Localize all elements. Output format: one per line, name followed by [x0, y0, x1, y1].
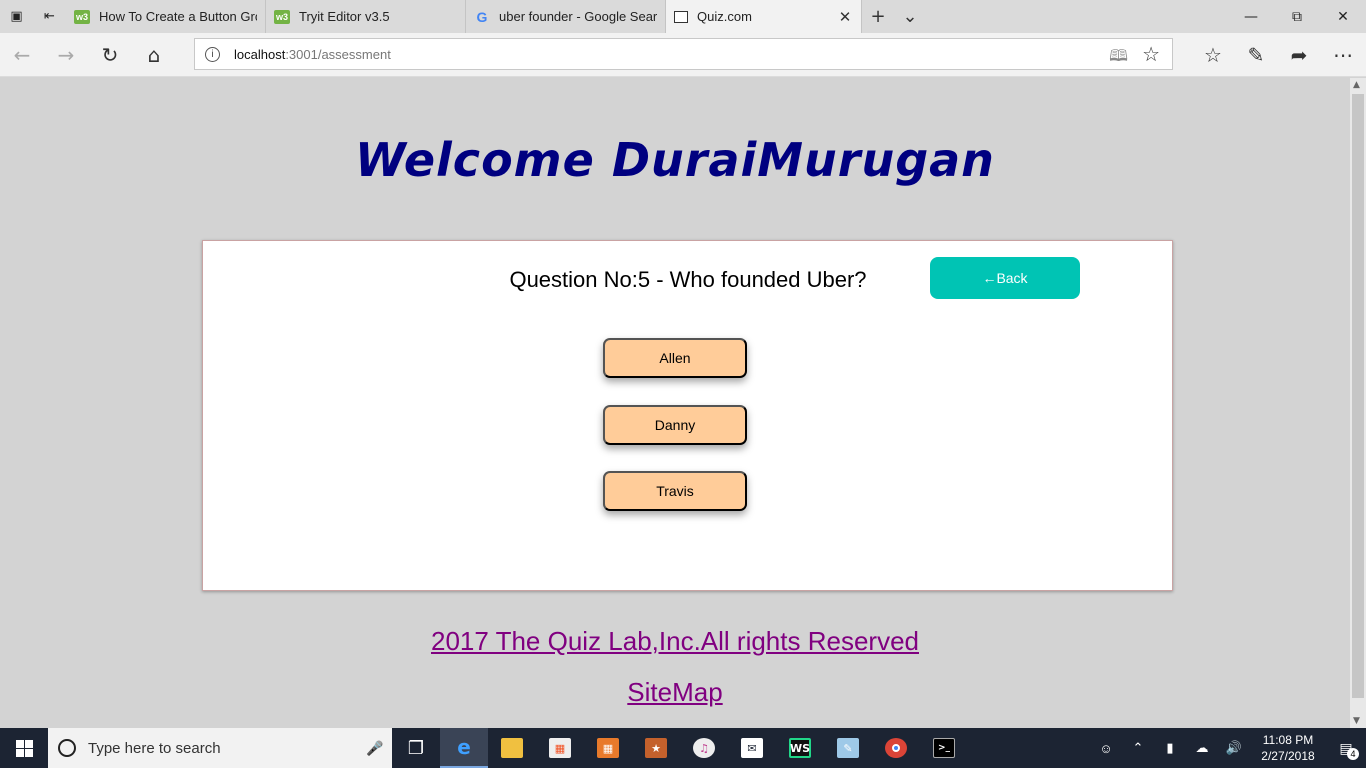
cloud-icon[interactable]: ☁ [1186, 740, 1218, 756]
battery-icon[interactable]: ▮ [1154, 740, 1186, 756]
question-card: Question No:5 - Who founded Uber? ←Back … [202, 240, 1173, 591]
chevron-down-icon[interactable]: ⌄ [894, 0, 926, 33]
clock-date: 2/27/2018 [1261, 749, 1315, 763]
taskbar-search-box[interactable]: Type here to search 🎤 [48, 728, 392, 768]
pen-icon[interactable]: ✎ [1239, 38, 1273, 72]
scroll-up-icon[interactable]: ▲ [1353, 80, 1360, 90]
url-host: localhost [234, 46, 286, 62]
webstorm-icon[interactable]: WS [776, 728, 824, 768]
scroll-thumb[interactable] [1352, 94, 1364, 698]
browser-tab-bar: ▣ ⇤ w3 How To Create a Button Grc w3 Try… [0, 0, 1366, 33]
close-window-icon[interactable]: ✕ [1320, 0, 1366, 33]
url-input[interactable]: i localhost:3001/assessment 🕮 ☆ [194, 38, 1173, 70]
close-tab-icon[interactable]: ✕ [837, 8, 853, 26]
w3-icon: w3 [274, 9, 290, 24]
info-icon[interactable]: i [205, 46, 220, 62]
back-arrow-icon[interactable]: ← [5, 38, 39, 72]
back-button[interactable]: ←Back [930, 257, 1080, 299]
w3-icon: w3 [74, 9, 90, 24]
chevron-up-icon[interactable]: ⌃ [1122, 740, 1154, 756]
search-placeholder: Type here to search [88, 739, 221, 757]
notification-badge: 4 [1347, 747, 1359, 760]
tab-title: Tryit Editor v3.5 [299, 9, 390, 24]
mail-icon[interactable]: ✉ [728, 728, 776, 768]
taskbar: Type here to search 🎤 ❐ e ▦ ▦ ★ ♫ ✉ WS ✎… [0, 728, 1366, 768]
vertical-scrollbar[interactable]: ▲ ▼ [1350, 78, 1366, 728]
favorites-hub-icon[interactable]: ☆ [1196, 38, 1230, 72]
scroll-down-icon[interactable]: ▼ [1353, 716, 1360, 726]
tab-title: Quiz.com [697, 9, 752, 24]
sitemap-link[interactable]: SiteMap [0, 677, 1350, 708]
address-bar-row: ← → ↻ ⌂ i localhost:3001/assessment 🕮 ☆ … [0, 33, 1366, 77]
set-tabs-aside-icon[interactable]: ⇤ [33, 0, 66, 33]
photos-icon[interactable]: ★ [632, 728, 680, 768]
cortana-icon [58, 739, 76, 757]
chrome-icon[interactable] [872, 728, 920, 768]
url-path: :3001/assessment [285, 46, 391, 62]
notes-icon[interactable]: ✎ [824, 728, 872, 768]
start-button[interactable] [0, 728, 48, 768]
tab-google-search[interactable]: G uber founder - Google Sear [466, 0, 666, 33]
clock[interactable]: 11:08 PM 2/27/2018 [1250, 732, 1326, 764]
page-icon [674, 10, 688, 23]
terminal-icon[interactable]: >_ [920, 728, 968, 768]
welcome-heading: Welcome DuraiMurugan [355, 133, 995, 187]
forward-arrow-icon[interactable]: → [49, 38, 83, 72]
windows-logo-icon [15, 739, 33, 757]
tab-tryit-editor[interactable]: w3 Tryit Editor v3.5 [266, 0, 466, 33]
clock-time: 11:08 PM [1262, 733, 1314, 747]
system-tray: ☺ ⌃ ▮ ☁ 🔊 11:08 PM 2/27/2018 ▤ 4 [1090, 728, 1366, 768]
task-view-icon[interactable]: ❐ [392, 728, 440, 768]
notification-icon[interactable]: ▤ 4 [1326, 740, 1366, 760]
tab-how-to-create-button[interactable]: w3 How To Create a Button Grc [66, 0, 266, 33]
tab-title: How To Create a Button Grc [99, 9, 257, 24]
tab-manager-icon[interactable]: ▣ [0, 0, 33, 33]
people-icon[interactable]: ☺ [1090, 741, 1122, 756]
new-tab-icon[interactable]: + [862, 0, 894, 33]
minimize-icon[interactable]: — [1228, 0, 1274, 33]
store-icon[interactable]: ▦ [536, 728, 584, 768]
option-button-danny[interactable]: Danny [603, 405, 747, 445]
page-content: Welcome DuraiMurugan Question No:5 - Who… [0, 78, 1350, 728]
volume-icon[interactable]: 🔊 [1218, 740, 1250, 756]
share-icon[interactable]: ➦ [1282, 38, 1316, 72]
itunes-icon[interactable]: ♫ [680, 728, 728, 768]
restore-icon[interactable]: ⧉ [1274, 0, 1320, 33]
office-icon[interactable]: ▦ [584, 728, 632, 768]
home-icon[interactable]: ⌂ [137, 38, 171, 72]
file-explorer-icon[interactable] [488, 728, 536, 768]
option-button-travis[interactable]: Travis [603, 471, 747, 511]
reading-view-icon[interactable]: 🕮 [1109, 45, 1128, 72]
tab-quiz[interactable]: Quiz.com ✕ [666, 0, 862, 33]
microphone-icon[interactable]: 🎤 [358, 740, 392, 757]
more-icon[interactable]: ⋯ [1326, 38, 1360, 72]
tab-title: uber founder - Google Sear [499, 9, 657, 24]
google-icon: G [476, 8, 488, 25]
option-button-allen[interactable]: Allen [603, 338, 747, 378]
copyright-link[interactable]: 2017 The Quiz Lab,Inc.All rights Reserve… [0, 626, 1350, 657]
refresh-icon[interactable]: ↻ [93, 38, 127, 72]
edge-icon[interactable]: e [440, 728, 488, 768]
star-icon[interactable]: ☆ [1142, 42, 1160, 67]
